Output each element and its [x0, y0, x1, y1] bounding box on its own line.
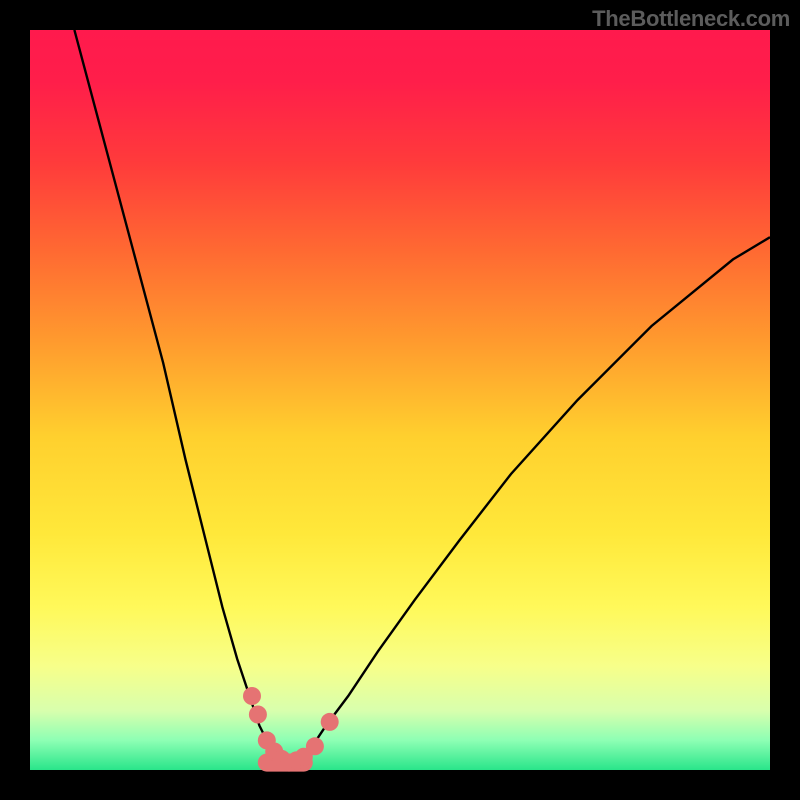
curve-left-branch: [74, 30, 289, 763]
watermark-text: TheBottleneck.com: [592, 6, 790, 32]
chart-frame: TheBottleneck.com: [0, 0, 800, 800]
curve-layer: [30, 30, 770, 770]
marker-dot: [306, 737, 324, 755]
curve-right-branch: [289, 237, 770, 762]
marker-dot: [243, 687, 261, 705]
marker-dot: [321, 713, 339, 731]
plot-area: [30, 30, 770, 770]
marker-dot: [249, 706, 267, 724]
